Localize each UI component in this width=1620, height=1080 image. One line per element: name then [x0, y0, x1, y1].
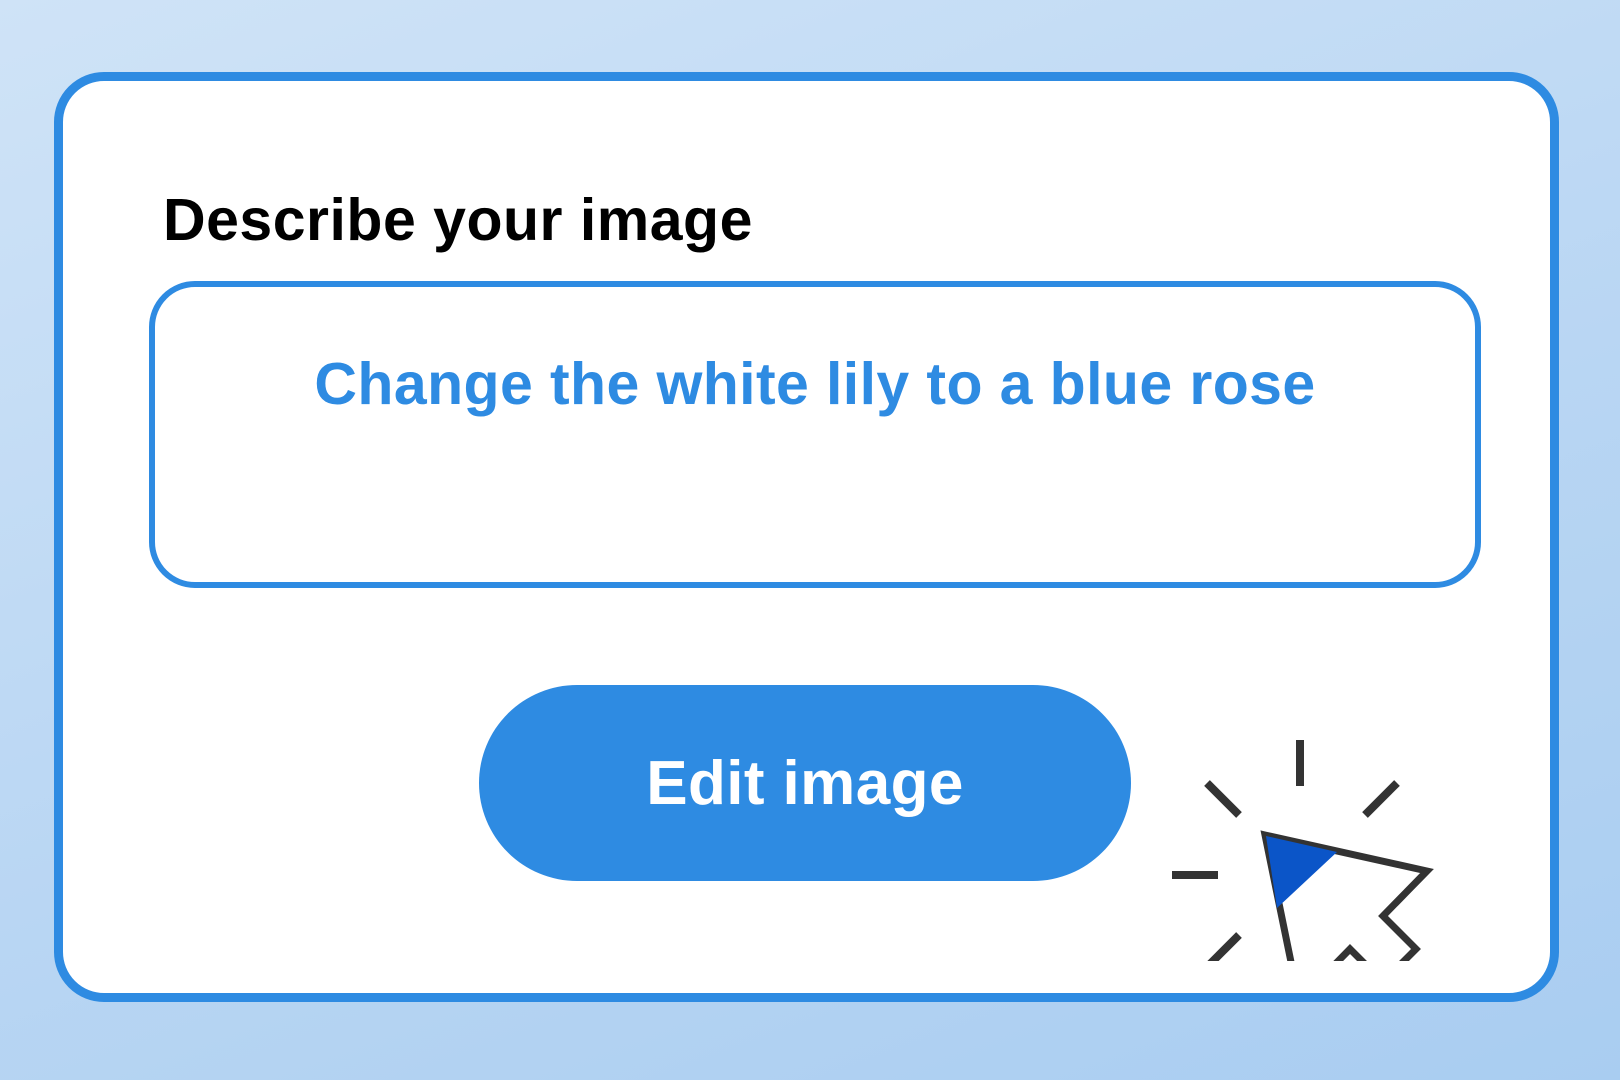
edit-image-button-label: Edit image — [646, 748, 964, 818]
prompt-input[interactable]: Change the white lily to a blue rose — [149, 281, 1481, 588]
edit-image-card: Describe your image Change the white lil… — [54, 72, 1559, 1002]
click-cursor-icon — [1172, 740, 1434, 961]
form-heading: Describe your image — [163, 187, 753, 253]
edit-image-button[interactable]: Edit image — [479, 685, 1131, 881]
prompt-input-value: Change the white lily to a blue rose — [314, 351, 1316, 417]
